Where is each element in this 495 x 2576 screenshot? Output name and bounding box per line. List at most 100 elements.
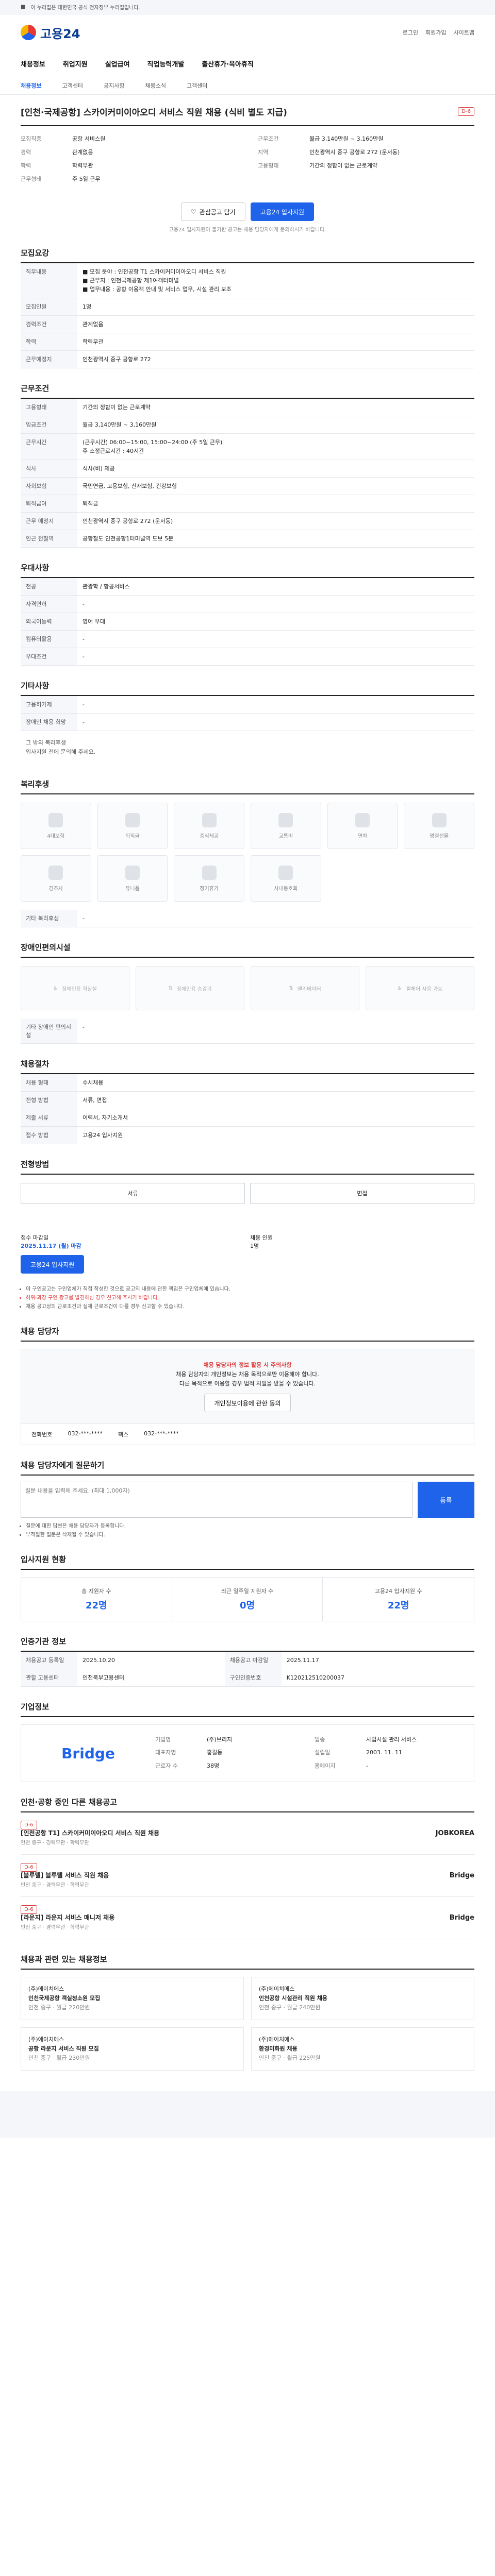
dday-badge: D-6 [458,107,474,116]
recent-job-card[interactable]: (주)에이치에스 공항 라운지 서비스 직원 모집 인천 중구 · 월급 230만원 [21,2027,244,2071]
section-title: 인천·공항 중인 다른 채용공고 [21,1797,474,1812]
consent-button[interactable]: 개인정보이용에 관한 동의 [204,1394,291,1412]
table-row: 관할 고용센터 인천북부고용센터 구인인증번호 K120212510200037 [21,1669,474,1687]
main-content: [인천·국제공항] 스카이커미이아오디 서비스 직원 채용 (식비 별도 지급)… [0,95,495,2071]
welfare-card: 유니폼 [97,855,168,902]
stat-item: 고용24 입사지원 수 22명 [374,1588,422,1611]
table-row: 장애인 채용 희망 - [21,713,474,731]
site-logo[interactable]: 고용24 [21,24,80,42]
stats-section: 입사지원 현황 총 지원자 수 22명 최근 일주일 지원자 수 0명 고용24 입… [21,1554,474,1621]
summary-row: 근무조건 월급 3,140만원 ~ 3,160만원 [258,135,384,142]
phone-value: 032-***-**** [68,1430,103,1437]
lift-icon: ⇅ [289,985,293,991]
uniform-icon [125,865,140,880]
process-table: 채용 형태 수시채용 전형 방법 서류, 면접 제출 서류 이력서, 자기소개서 접수… [21,1074,474,1144]
apply-notes: 이 구인공고는 구인업체가 직접 작성한 것으로 공고의 내용에 관한 책임은 … [21,1281,474,1311]
section-title: 채용 담당자에게 질문하기 [21,1460,474,1476]
util-signup[interactable]: 회원가입 [425,28,446,37]
welfare-cards: 4대보험 퇴직금 중식제공 교통비 연차 명절선물 경조사 유니폼 정기휴가 사… [21,794,474,910]
conditions-section: 근무조건 고용형태 기간의 정함이 없는 근로계약 임금조건 월급 3,140만원 … [21,383,474,548]
vacation-icon [355,812,370,827]
company-card: Bridge 기업명 (주)브리지 업종 사업시설 관리 서비스 대표자명 홍길동 설… [21,1724,474,1782]
requirements-table: 전공 관광학 / 항공서비스 자격면허 - 외국어능력 영어 우대 컴퓨터활용 - 우대… [21,578,474,666]
recent-cards: (주)에이치에스 인천국제공항 객실청소원 모집 인천 중구 · 월급 220만원 … [21,1977,474,2071]
recent-job-card[interactable]: (주)에이치에스 인천국제공항 객실청소원 모집 인천 중구 · 월급 220만원 [21,1977,244,2020]
logo-icon [21,25,36,40]
note-item: 채용 공고상의 근로조건과 실제 근로조건이 다를 경우 신고할 수 있습니다. [26,1302,474,1311]
lnb-item-4[interactable]: 채용소식 [145,81,166,90]
gnb-leave[interactable]: 출산휴가·육아휴직 [202,59,254,69]
welfare-table: 기타 복리후생 - [21,910,474,927]
section-title: 장애인편의시설 [21,942,474,958]
gnb-jobs[interactable]: 채용정보 [21,59,45,69]
question-input[interactable] [21,1482,412,1518]
welfare-card: 교통비 [251,803,321,849]
table-row: 접수 방법 고용24 입사지원 [21,1126,474,1144]
step-document: 서류 [21,1183,245,1204]
recent-jobs-section: 채용과 관련 있는 채용정보 (주)에이치에스 인천국제공항 객실청소원 모집 인천… [21,1954,474,2071]
lnb-item-5[interactable]: 고객센터 [187,81,207,90]
company-logo: JOBKOREA [435,1829,474,1837]
gnb-support[interactable]: 취업지원 [63,59,88,69]
table-row: 고용허가제 - [21,696,474,714]
section-title: 인증기관 정보 [21,1636,474,1652]
company-details: 기업명 (주)브리지 업종 사업시설 관리 서비스 대표자명 홍길동 설립일 2003.… [155,1736,417,1769]
headcount-label: 채용 인원 [250,1234,273,1241]
related-job-item[interactable]: D-6 [인천공항 T1] 스카이커미이아오디 서비스 직원 채용 인천 중구 · … [21,1812,474,1855]
disability-cards: ♿ 장애인용 화장실 ⇅ 장애인용 승강기 ⇅ 엘리베이터 ♿ 휠체어 사용 가능 [21,958,474,1019]
restroom-icon: ♿ [53,985,58,991]
save-job-button[interactable]: ♡ 관심공고 담기 [180,202,245,221]
section-title: 모집요강 [21,247,474,263]
other-section: 기타사항 고용허가제 - 장애인 채용 희망 - 그 밖의 복리후생 입사지원 전에… [21,680,474,764]
gnb-benefit[interactable]: 실업급여 [105,59,130,69]
gnb-training[interactable]: 직업능력개발 [147,59,185,69]
util-login[interactable]: 로그인 [403,28,418,37]
welfare-card: 명절선물 [404,803,474,849]
recruit-table: 직무내용 ■ 모집 분야 : 인천공항 T1 스카이커미이아오디 서비스 직원 ■… [21,263,474,368]
elevator-icon: ⇅ [168,985,173,991]
meal-icon [202,812,217,827]
related-job-item[interactable]: D-6 [블루텔] 블루텔 서비스 직원 채용 인천 중구 · 경력무관 · 학력무… [21,1855,474,1897]
recent-job-card[interactable]: (주)에이치에스 환경미화원 채용 인천 중구 · 월급 225만원 [251,2027,474,2071]
apply-button[interactable]: 고용24 입사지원 [250,202,315,221]
section-title: 입사지원 현황 [21,1554,474,1570]
lnb-item-3[interactable]: 공지사항 [104,81,124,90]
lnb-item-2[interactable]: 고객센터 [62,81,82,90]
table-row: 인근 전철역 공항철도 인천공항1터미널역 도보 5분 [21,530,474,548]
table-row: 외국어능력 영어 우대 [21,613,474,631]
welfare-card: 정기휴가 [174,855,244,902]
deadline-value: 2025.11.17 (월) 마감 [21,1243,81,1249]
util-sitemap[interactable]: 사이트맵 [454,28,474,37]
table-row: 전형 방법 서류, 면접 [21,1091,474,1109]
info-section: 인증기관 정보 채용공고 등록일 2025.10.20 채용공고 마감일 2025.1… [21,1636,474,1687]
summary-row: 모집직종 공항 서비스원 [21,135,106,142]
table-row: 기타 장애인 편의시설 - [21,1019,474,1044]
qna-notes: 질문에 대한 답변은 채용 담당자가 등록합니다. 부적절한 질문은 삭제될 수… [21,1518,474,1539]
section-title: 채용절차 [21,1058,474,1074]
lnb-item-1[interactable]: 채용정보 [21,81,41,90]
table-row: 퇴직급여 퇴직금 [21,495,474,513]
section-title: 기타사항 [21,680,474,696]
note-item: 이 구인공고는 구인업체가 직접 작성한 것으로 공고의 내용에 관한 책임은 … [26,1285,474,1294]
stats-grid: 총 지원자 수 22명 최근 일주일 지원자 수 0명 고용24 입사지원 수 22명 [21,1577,474,1621]
warning-title: 채용 담당자의 정보 활용 시 주의사항 [203,1362,292,1368]
apply-button-bottom[interactable]: 고용24 입사지원 [21,1255,85,1274]
job-summary: 모집직종 공항 서비스원 근무조건 월급 3,140만원 ~ 3,160만원 경력 관… [21,126,474,192]
welfare-card: 중식제공 [174,803,244,849]
apply-section: 접수 마감일 2025.11.17 (월) 마감 고용24 입사지원 채용 인원… [21,1226,474,1311]
related-job-item[interactable]: D-6 [라운지] 라운지 서비스 매니저 채용 인천 중구 · 경력무관 · 학력… [21,1897,474,1939]
fax-value: 032-***-**** [144,1430,179,1437]
welfare-card: 퇴직금 [97,803,168,849]
section-title: 채용 담당자 [21,1326,474,1342]
insurance-icon [48,812,63,827]
submit-question-button[interactable]: 등록 [418,1482,474,1518]
logo-text: 고용24 [40,26,80,41]
company-logo: Bridge [449,1872,474,1879]
selection-steps: 서류 면접 [21,1175,474,1212]
section-title: 우대사항 [21,562,474,578]
severance-icon [125,812,140,827]
facility-card: ⇅ 장애인용 승강기 [136,966,244,1010]
recent-job-card[interactable]: (주)에이치에스 인천공항 시설관리 직원 채용 인천 중구 · 월급 240만원 [251,1977,474,2020]
job-title: [인천·국제공항] 스카이커미이아오디 서비스 직원 채용 (식비 별도 지급) [21,108,287,118]
table-row: 기타 복리후생 - [21,910,474,927]
